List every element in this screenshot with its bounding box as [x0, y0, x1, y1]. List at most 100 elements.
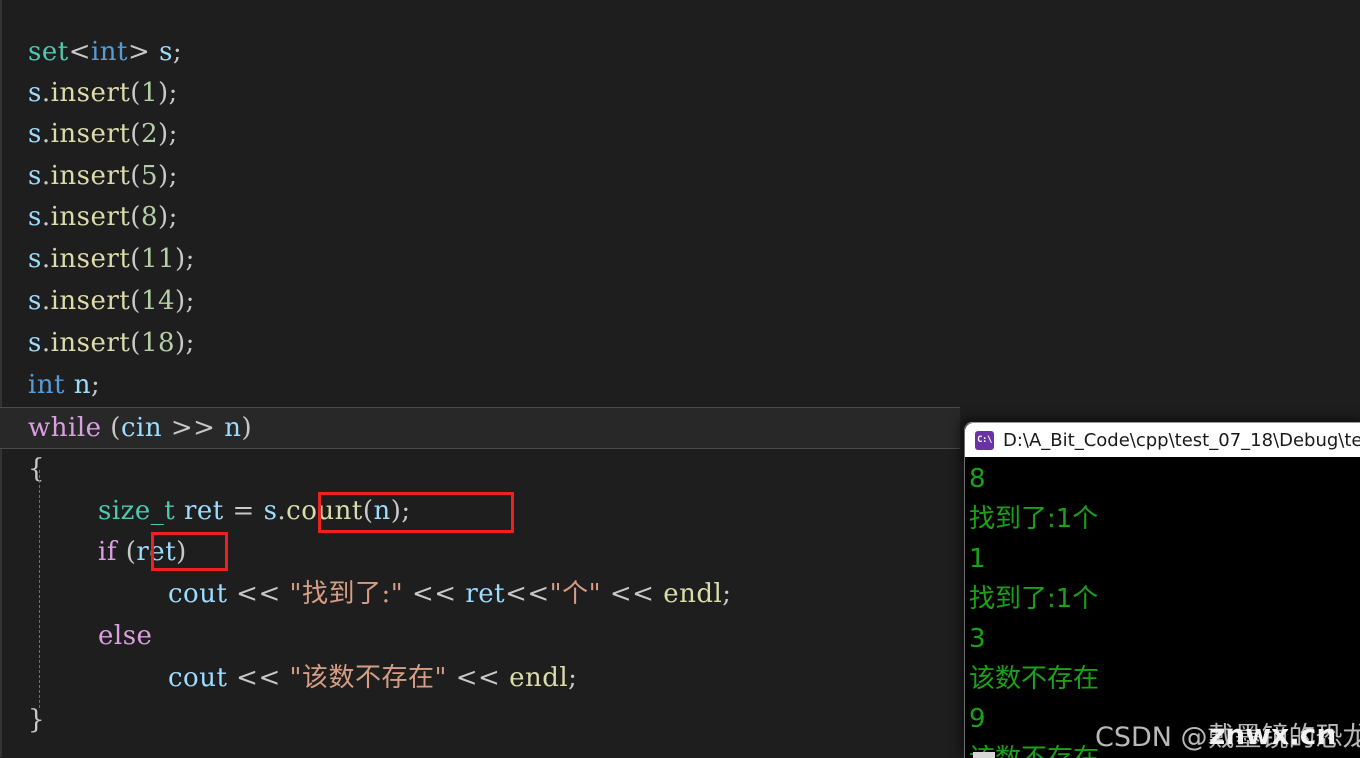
- code-line[interactable]: size_t ret = s.count(n);: [0, 491, 960, 533]
- console-line: 该数不存在: [969, 664, 1100, 694]
- token-identifier: s: [159, 37, 173, 67]
- code-line[interactable]: if (ret): [0, 532, 960, 574]
- token-function: insert: [50, 286, 131, 316]
- token-punctuation: (: [116, 537, 137, 567]
- token-identifier: n: [373, 496, 391, 526]
- cmd-icon: C:\: [975, 430, 994, 450]
- console-line: 9: [969, 704, 986, 734]
- token-punctuation: <<: [505, 579, 550, 609]
- token-identifier: s: [28, 244, 42, 274]
- console-title: D:\A_Bit_Code\cpp\test_07_18\Debug\tes: [1003, 429, 1360, 451]
- token-punctuation: );: [157, 78, 178, 108]
- console-output[interactable]: 8 找到了:1个 1 找到了:1个 3 该数不存在 9 该数不存在: [965, 457, 1360, 758]
- token-punctuation: ): [241, 413, 253, 443]
- token-punctuation: <<: [227, 663, 290, 693]
- token-function: endl: [663, 579, 723, 609]
- console-cursor: [973, 752, 995, 758]
- token-punctuation: ;: [722, 579, 732, 609]
- token-number: 2: [140, 119, 158, 149]
- token-punctuation: );: [157, 161, 178, 191]
- code-line[interactable]: s.insert(18);: [0, 323, 960, 365]
- token-identifier: s: [28, 202, 42, 232]
- token-punctuation: <: [68, 37, 91, 67]
- code-line[interactable]: int n;: [0, 365, 960, 407]
- code-line[interactable]: s.insert(2);: [0, 114, 960, 156]
- token-type: set: [28, 37, 69, 67]
- token-function: endl: [509, 663, 569, 693]
- token-punctuation: .: [41, 286, 51, 316]
- token-punctuation: ;: [568, 663, 578, 693]
- code-line[interactable]: s.insert(1);: [0, 73, 960, 115]
- code-line[interactable]: s.insert(5);: [0, 156, 960, 198]
- token-punctuation: >>: [162, 413, 225, 443]
- token-function: insert: [50, 161, 131, 191]
- token-punctuation: );: [175, 286, 195, 316]
- token-keyword: while: [28, 413, 102, 443]
- token-punctuation: .: [41, 328, 51, 358]
- console-line: 1: [969, 544, 986, 574]
- token-punctuation: .: [41, 119, 51, 149]
- token-punctuation: (: [130, 202, 141, 232]
- console-line: 该数不存在: [969, 739, 1360, 758]
- token-punctuation: );: [175, 328, 195, 358]
- token-punctuation: (: [130, 161, 141, 191]
- console-titlebar[interactable]: C:\ D:\A_Bit_Code\cpp\test_07_18\Debug\t…: [965, 423, 1360, 457]
- token-function: insert: [50, 119, 131, 149]
- token-identifier: s: [28, 328, 42, 358]
- token-punctuation: (: [130, 286, 141, 316]
- token-punctuation: .: [41, 244, 51, 274]
- code-line[interactable]: }: [0, 700, 960, 742]
- token-string: "个": [549, 579, 602, 609]
- token-punctuation: [65, 370, 74, 400]
- token-identifier: cin: [120, 413, 163, 443]
- token-punctuation: .: [277, 496, 287, 526]
- code-line[interactable]: s.insert(11);: [0, 239, 960, 281]
- token-punctuation: }: [28, 705, 46, 735]
- token-punctuation: (: [362, 496, 374, 526]
- code-line[interactable]: else: [0, 616, 960, 658]
- token-punctuation: >: [128, 37, 160, 67]
- console-line: 3: [969, 624, 986, 654]
- code-line[interactable]: {: [0, 449, 960, 491]
- console-line: 8: [969, 464, 986, 494]
- token-function: insert: [50, 78, 131, 108]
- token-identifier: ret: [465, 579, 506, 609]
- token-builtin-type: int: [90, 37, 128, 67]
- token-identifier: s: [28, 161, 42, 191]
- token-punctuation: ;: [172, 37, 183, 67]
- token-punctuation: {: [28, 454, 46, 484]
- console-line: 找到了:1个: [969, 584, 1099, 614]
- token-number: 18: [140, 328, 176, 358]
- token-keyword: if: [98, 537, 117, 567]
- token-identifier: s: [28, 119, 42, 149]
- token-punctuation: );: [157, 119, 178, 149]
- console-line: 找到了:1个: [969, 504, 1099, 534]
- token-punctuation: );: [390, 496, 411, 526]
- token-punctuation: );: [175, 244, 195, 274]
- token-punctuation: (: [130, 78, 141, 108]
- token-type: size_t: [98, 496, 176, 526]
- code-line[interactable]: cout << "找到了:" << ret<<"个" << endl;: [0, 574, 960, 616]
- token-identifier: ret: [183, 496, 224, 526]
- token-punctuation: .: [41, 202, 51, 232]
- token-punctuation: );: [157, 202, 178, 232]
- code-line[interactable]: cout << "该数不存在" << endl;: [0, 658, 960, 700]
- token-punctuation: <<: [403, 579, 466, 609]
- token-number: 8: [140, 202, 158, 232]
- token-identifier: n: [73, 370, 92, 400]
- token-punctuation: .: [41, 161, 51, 191]
- token-keyword: else: [98, 621, 153, 651]
- token-punctuation: <<: [227, 579, 290, 609]
- token-punctuation: =: [223, 496, 264, 526]
- code-line[interactable]: s.insert(8);: [0, 197, 960, 239]
- token-punctuation: <<: [446, 663, 510, 693]
- console-window[interactable]: C:\ D:\A_Bit_Code\cpp\test_07_18\Debug\t…: [964, 422, 1360, 758]
- token-punctuation: .: [41, 78, 51, 108]
- token-identifier: s: [28, 286, 42, 316]
- code-line[interactable]: set<int> s;: [0, 32, 960, 74]
- token-identifier: cout: [168, 663, 228, 693]
- token-punctuation: (: [130, 244, 141, 274]
- token-identifier: cout: [168, 579, 228, 609]
- code-line[interactable]: s.insert(14);: [0, 281, 960, 323]
- current-code-line[interactable]: while (cin >> n): [0, 407, 960, 449]
